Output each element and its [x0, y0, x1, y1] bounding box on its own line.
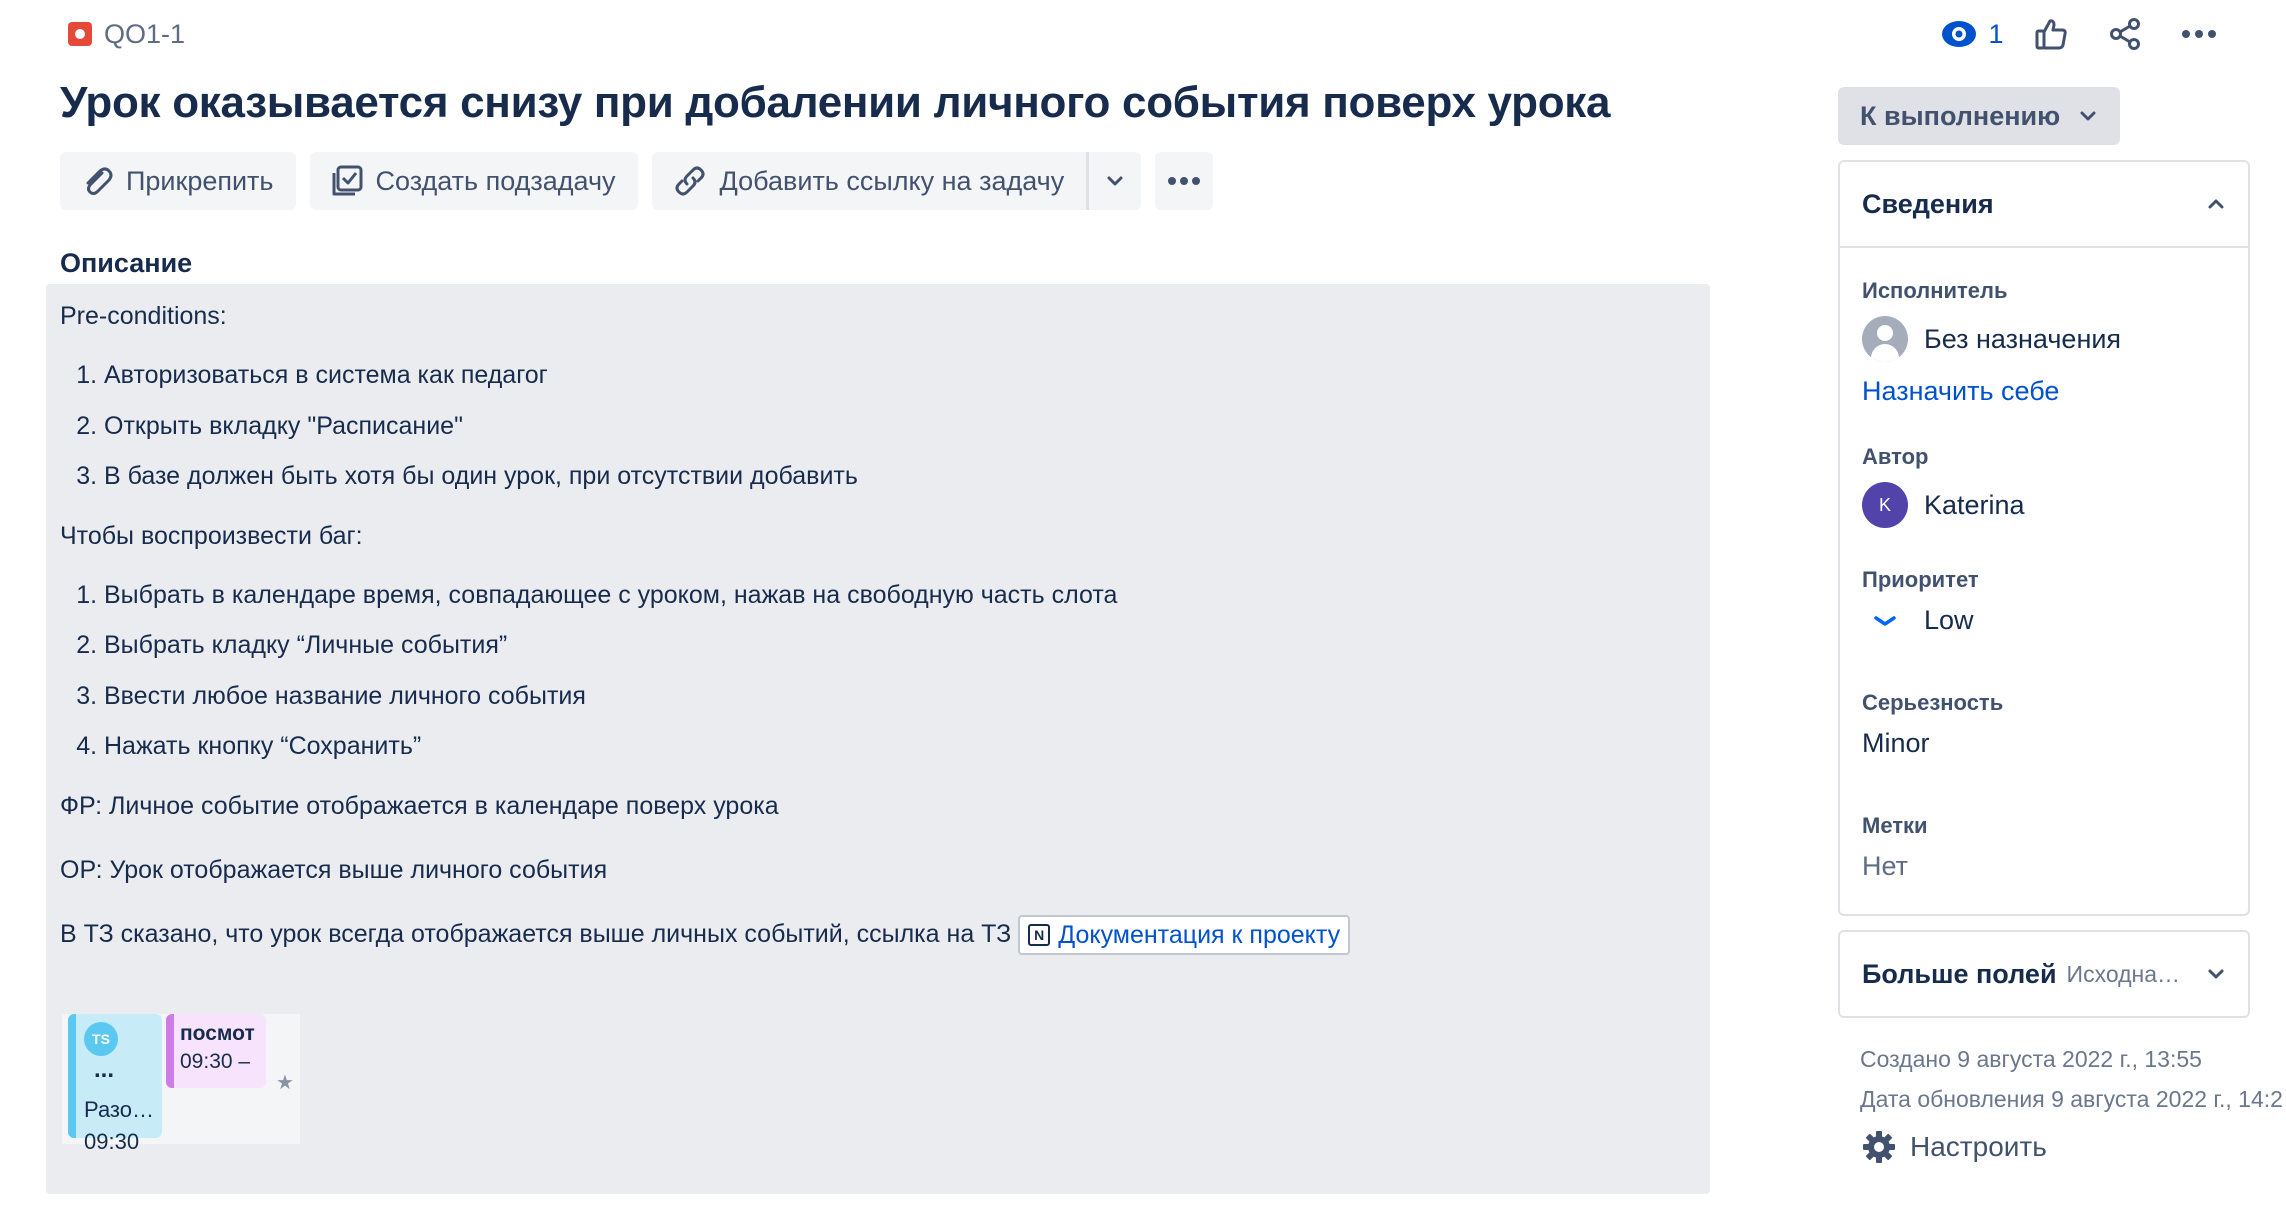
paperclip-icon — [86, 167, 113, 195]
expected-result: ОР: Урок отображается выше личного событ… — [60, 855, 608, 884]
toolbar-more-button[interactable] — [1155, 152, 1214, 210]
repro-heading: Чтобы воспроизвести баг: — [60, 521, 363, 550]
issue-actions: 1 — [1930, 10, 2236, 58]
avatar — [1862, 316, 1908, 362]
assignee-name: Без назначения — [1924, 323, 2122, 354]
status-dropdown[interactable]: К выполнению — [1838, 87, 2120, 145]
list-item: Авторизоваться в система как педагог — [104, 350, 1696, 401]
severity-field: Серьезность Minor — [1862, 690, 2003, 759]
actual-result: ФР: Личное событие отображается в календ… — [60, 791, 779, 820]
create-subtask-button[interactable]: Создать подзадачу — [309, 152, 638, 210]
avatar: TS — [84, 1022, 118, 1056]
description-body[interactable]: Pre-conditions: Авторизоваться в система… — [46, 284, 1710, 1194]
more-icon — [1168, 177, 1201, 185]
attached-screenshot[interactable]: TS ... Разо… 09:30 посмот 09:30 – ★ — [62, 1014, 300, 1154]
issue-breadcrumb: QO1-1 — [68, 16, 185, 52]
chevron-up-icon — [2208, 199, 2224, 209]
chevron-down-icon — [2080, 111, 2096, 121]
priority-label: Приоритет — [1862, 567, 1979, 592]
details-header[interactable]: Сведения — [1840, 162, 2248, 248]
event-title: Разо… — [84, 1097, 154, 1122]
avatar: K — [1862, 482, 1908, 528]
add-link-label: Добавить ссылку на задачу — [719, 165, 1065, 196]
notion-icon: N — [1028, 923, 1051, 946]
priority-field: Приоритет Low — [1862, 567, 1979, 636]
configure-button[interactable]: Настроить — [1862, 1130, 2047, 1164]
repro-steps-list: Выбрать в календаре время, совпадающее с… — [60, 570, 1696, 772]
watch-count: 1 — [1988, 18, 2004, 49]
documentation-link-label: Документация к проекту — [1058, 920, 1341, 949]
more-icon: ... — [94, 1056, 115, 1083]
updated-date: Дата обновления 9 августа 2022 г., 14:2 — [1860, 1086, 2283, 1112]
author-value[interactable]: K Katerina — [1862, 482, 2025, 528]
details-title: Сведения — [1862, 188, 1994, 219]
add-link-dropdown-button[interactable] — [1086, 152, 1142, 210]
author-name: Katerina — [1924, 489, 2025, 520]
spec-paragraph: В ТЗ сказано, что урок всегда отображает… — [60, 914, 1696, 955]
lesson-event: TS ... Разо… 09:30 — [68, 1014, 162, 1154]
star-icon: ★ — [276, 1072, 294, 1094]
attach-label: Прикрепить — [126, 165, 274, 196]
share-button[interactable] — [2088, 10, 2162, 58]
list-item: Выбрать кладку “Личные события” — [104, 620, 1696, 671]
subtask-icon — [332, 165, 362, 196]
severity-label: Серьезность — [1862, 690, 2004, 715]
status-label: К выполнению — [1860, 100, 2061, 131]
assignee-field: Исполнитель Без назначения Назначить себ… — [1862, 278, 2121, 407]
issue-toolbar: Прикрепить Создать подзадачу Добавить сс… — [60, 152, 1214, 210]
configure-label: Настроить — [1910, 1131, 2047, 1162]
event-time: 09:30 – — [180, 1050, 251, 1073]
link-issue-split-button: Добавить ссылку на задачу — [651, 152, 1142, 210]
eye-icon — [1942, 21, 1977, 47]
list-item: Нажать кнопку “Сохранить” — [104, 721, 1696, 772]
issue-title[interactable]: Урок оказывается снизу при добалении лич… — [60, 78, 1610, 128]
preconditions-heading: Pre-conditions: — [60, 302, 227, 330]
documentation-link[interactable]: N Документация к проекту — [1018, 914, 1351, 955]
author-field: Автор K Katerina — [1862, 444, 2025, 528]
assignee-label: Исполнитель — [1862, 278, 2008, 303]
more-fields-section[interactable]: Больше полей Исходна… — [1838, 930, 2250, 1018]
thumbs-up-icon — [2035, 19, 2067, 50]
gear-icon — [1863, 1131, 1895, 1163]
issue-key[interactable]: QO1-1 — [104, 19, 185, 50]
list-item: Открыть вкладку "Расписание" — [104, 401, 1696, 452]
severity-value[interactable]: Minor — [1862, 728, 2003, 759]
more-icon — [2182, 30, 2216, 38]
spec-text: В ТЗ сказано, что урок всегда отображает… — [60, 919, 1012, 948]
details-panel: Сведения Исполнитель Без назначения Назн… — [1838, 160, 2250, 916]
created-date: Создано 9 августа 2022 г., 13:55 — [1860, 1046, 2202, 1072]
add-link-button[interactable]: Добавить ссылку на задачу — [651, 152, 1087, 210]
vote-button[interactable] — [2014, 10, 2088, 58]
labels-field: Метки Нет — [1862, 813, 1928, 882]
attach-button[interactable]: Прикрепить — [60, 152, 296, 210]
labels-label: Метки — [1862, 813, 1928, 838]
personal-event: посмот 09:30 – — [166, 1014, 266, 1088]
labels-value[interactable]: Нет — [1862, 851, 1928, 882]
event-title: посмот — [180, 1022, 255, 1045]
watch-button[interactable]: 1 — [1930, 10, 2014, 58]
preconditions-list: Авторизоваться в система как педагог Отк… — [60, 350, 1696, 502]
priority-value[interactable]: Low — [1862, 605, 1979, 636]
more-fields-summary: Исходна… — [2066, 960, 2181, 987]
more-fields-label: Больше полей — [1862, 958, 2057, 989]
description-heading: Описание — [60, 248, 193, 278]
link-icon — [675, 166, 705, 196]
chevron-down-icon — [1107, 176, 1123, 186]
list-item: В базе должен быть хотя бы один урок, пр… — [104, 451, 1696, 502]
author-label: Автор — [1862, 444, 1929, 469]
priority-name: Low — [1924, 605, 1974, 635]
more-actions-button[interactable] — [2162, 10, 2236, 58]
share-icon — [2110, 18, 2140, 50]
event-time: 09:30 — [84, 1129, 140, 1154]
priority-low-icon — [1874, 615, 1896, 626]
assignee-value[interactable]: Без назначения — [1862, 316, 2121, 362]
list-item: Выбрать в календаре время, совпадающее с… — [104, 570, 1696, 621]
bug-icon — [68, 22, 92, 46]
assign-to-me-link[interactable]: Назначить себе — [1862, 376, 2121, 407]
list-item: Ввести любое название личного события — [104, 671, 1696, 722]
create-subtask-label: Создать подзадачу — [375, 165, 616, 196]
chevron-down-icon — [2208, 969, 2224, 979]
